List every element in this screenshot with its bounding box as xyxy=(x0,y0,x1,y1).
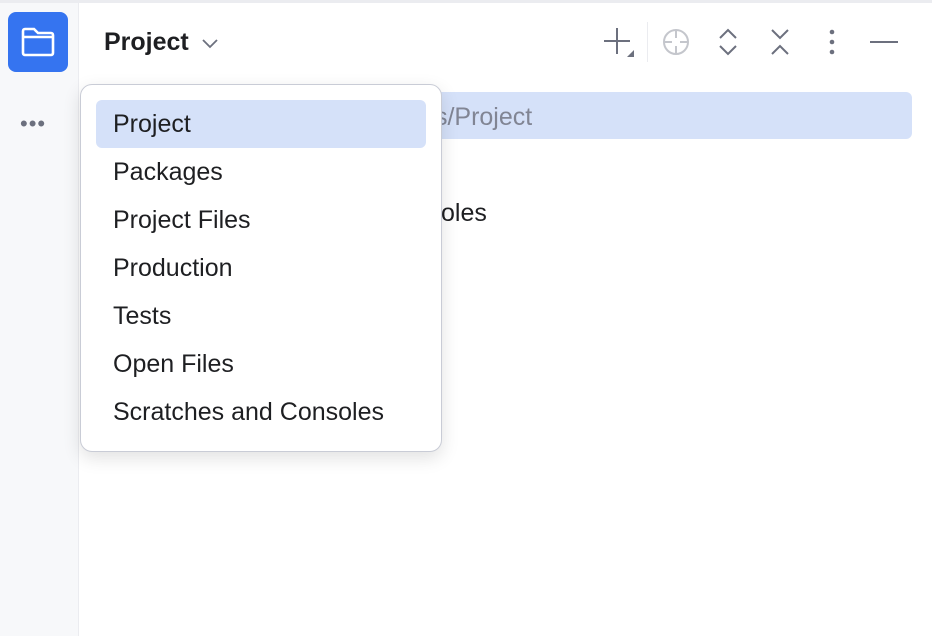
hide-button[interactable] xyxy=(858,22,910,62)
popup-item-open-files[interactable]: Open Files xyxy=(96,340,426,388)
popup-item-scratches[interactable]: Scratches and Consoles xyxy=(96,388,426,436)
page-title: Project xyxy=(104,28,189,57)
popup-item-production[interactable]: Production xyxy=(96,244,426,292)
toolbar-separator xyxy=(647,22,648,62)
add-icon xyxy=(602,25,636,59)
more-horizontal-icon[interactable]: ••• xyxy=(20,111,46,137)
popup-item-tests[interactable]: Tests xyxy=(96,292,426,340)
view-selector[interactable]: Project xyxy=(104,28,219,57)
collapse-all-button[interactable] xyxy=(754,22,806,62)
expand-all-icon xyxy=(717,27,739,57)
view-selector-popup: Project Packages Project Files Productio… xyxy=(80,84,442,452)
chevron-down-icon xyxy=(201,37,219,49)
folder-icon xyxy=(20,26,56,58)
locate-icon xyxy=(661,27,691,57)
top-strip xyxy=(0,0,932,3)
popup-item-project-files[interactable]: Project Files xyxy=(96,196,426,244)
hide-icon xyxy=(870,40,898,44)
add-button[interactable] xyxy=(593,22,645,62)
collapse-all-icon xyxy=(769,27,791,57)
tool-window-sidebar: ••• xyxy=(0,3,79,636)
project-tool-button[interactable] xyxy=(8,12,68,72)
popup-item-project[interactable]: Project xyxy=(96,100,426,148)
tree-row-scratches[interactable]: oles xyxy=(441,199,487,228)
popup-item-packages[interactable]: Packages xyxy=(96,148,426,196)
tree-row-path[interactable]: ts/Project xyxy=(428,103,532,132)
toolbar xyxy=(593,22,910,62)
options-icon xyxy=(828,28,836,56)
expand-all-button[interactable] xyxy=(702,22,754,62)
locate-button[interactable] xyxy=(650,22,702,62)
options-button[interactable] xyxy=(806,22,858,62)
